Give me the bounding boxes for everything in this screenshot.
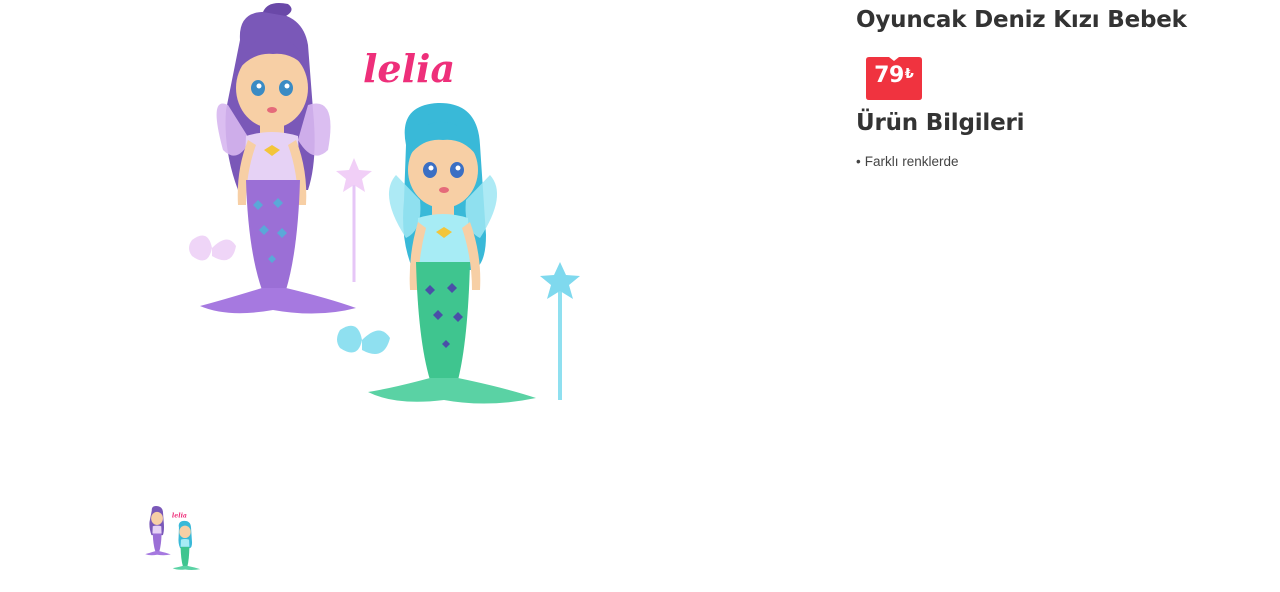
price-label: 79₺ bbox=[865, 63, 923, 88]
product-info-heading: Ürün Bilgileri bbox=[856, 110, 1025, 136]
purple-mermaid-doll bbox=[189, 3, 372, 314]
feature-text: Farklı renklerde bbox=[864, 154, 959, 169]
product-title: Oyuncak Deniz Kızı Bebek bbox=[856, 7, 1187, 33]
price-value: 79 bbox=[874, 63, 904, 88]
teal-mermaid-doll bbox=[337, 102, 580, 404]
product-page: lelia lelia Oyuncak Deniz Kızı Bebek 79₺… bbox=[0, 0, 1280, 592]
product-main-image[interactable]: lelia bbox=[168, 0, 608, 440]
product-thumbnail[interactable]: lelia bbox=[140, 502, 212, 578]
price-badge: 79₺ bbox=[865, 55, 923, 101]
svg-text:lelia: lelia bbox=[172, 512, 187, 519]
product-gallery: lelia lelia bbox=[0, 0, 800, 592]
bullet-symbol: • bbox=[856, 154, 861, 169]
lelia-logo: lelia bbox=[363, 46, 455, 91]
list-item: • Farklı renklerde bbox=[856, 154, 959, 170]
feature-list: • Farklı renklerde bbox=[856, 154, 959, 170]
currency-symbol: ₺ bbox=[904, 67, 914, 82]
